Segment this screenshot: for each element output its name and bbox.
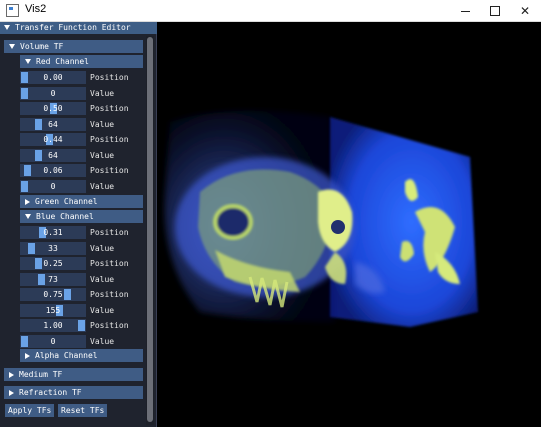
refraction-tf-header[interactable]: Refraction TF bbox=[4, 386, 143, 399]
slider-label: Position bbox=[90, 290, 129, 299]
expand-arrow-icon bbox=[25, 59, 31, 64]
collapsed-arrow-icon bbox=[9, 371, 14, 378]
collapse-arrow-icon bbox=[4, 25, 10, 30]
blue-channel-header[interactable]: Blue Channel bbox=[20, 210, 143, 223]
position-slider[interactable]: 1.00 bbox=[20, 319, 86, 332]
slider-value: 0.31 bbox=[43, 228, 63, 237]
slider-value: 0.25 bbox=[43, 259, 63, 268]
slider-label: Position bbox=[90, 259, 129, 268]
value-slider[interactable]: 0 bbox=[20, 179, 86, 193]
position-slider[interactable]: 0.00 bbox=[20, 71, 86, 84]
collapsed-arrow-icon bbox=[25, 352, 30, 359]
position-slider[interactable]: 0.06 bbox=[20, 164, 86, 177]
maximize-icon bbox=[490, 6, 500, 16]
position-slider[interactable]: 0.44 bbox=[20, 133, 86, 146]
slider-value: 155 bbox=[45, 305, 61, 315]
green-channel-label: Green Channel bbox=[35, 197, 98, 206]
value-slider[interactable]: 0 bbox=[20, 86, 86, 100]
volume-tf-label: Volume TF bbox=[20, 42, 64, 51]
slider-value: 0.50 bbox=[43, 104, 63, 113]
alpha-channel-label: Alpha Channel bbox=[35, 351, 98, 360]
collapsed-arrow-icon bbox=[25, 198, 30, 205]
green-channel-header[interactable]: Green Channel bbox=[20, 195, 143, 208]
blue-channel-label: Blue Channel bbox=[36, 212, 94, 221]
slider-label: Value bbox=[90, 274, 115, 284]
value-slider[interactable]: 155 bbox=[20, 303, 86, 317]
slider-label: Value bbox=[90, 336, 115, 346]
slider-label: Value bbox=[90, 150, 115, 160]
scrollbar-thumb[interactable] bbox=[147, 37, 153, 422]
position-slider[interactable]: 0.31 bbox=[20, 226, 86, 239]
alpha-channel-header[interactable]: Alpha Channel bbox=[20, 349, 143, 362]
value-slider[interactable]: 64 bbox=[20, 148, 86, 162]
volume-tf-header[interactable]: Volume TF bbox=[4, 40, 143, 53]
window-title: Vis2 bbox=[25, 3, 47, 15]
slider-label: Value bbox=[90, 119, 115, 129]
slider-value: 0 bbox=[50, 88, 56, 98]
value-slider[interactable]: 0 bbox=[20, 334, 86, 348]
slider-value: 0.06 bbox=[43, 166, 63, 175]
panel-scrollbar[interactable] bbox=[146, 36, 154, 425]
slider-value: 64 bbox=[48, 119, 58, 129]
minimize-button[interactable] bbox=[450, 0, 480, 22]
slider-label: Position bbox=[90, 104, 129, 113]
minimize-icon bbox=[460, 10, 470, 12]
slider-value: 1.00 bbox=[43, 321, 63, 330]
slider-label: Value bbox=[90, 88, 115, 98]
medium-tf-header[interactable]: Medium TF bbox=[4, 368, 143, 381]
position-slider[interactable]: 0.25 bbox=[20, 257, 86, 270]
slider-value: 0.00 bbox=[43, 73, 63, 82]
value-slider[interactable]: 33 bbox=[20, 241, 86, 255]
position-slider[interactable]: 0.75 bbox=[20, 288, 86, 301]
apply-tfs-button[interactable]: Apply TFs bbox=[5, 404, 55, 417]
position-slider[interactable]: 0.50 bbox=[20, 102, 86, 115]
slider-label: Value bbox=[90, 305, 115, 315]
medium-tf-label: Medium TF bbox=[19, 370, 63, 379]
collapsed-arrow-icon bbox=[9, 389, 14, 396]
slider-value: 0 bbox=[50, 181, 56, 191]
slider-label: Position bbox=[90, 321, 129, 330]
slider-value: 0 bbox=[50, 336, 56, 346]
red-channel-header[interactable]: Red Channel bbox=[20, 55, 143, 68]
maximize-button[interactable] bbox=[480, 0, 510, 22]
slider-value: 0.44 bbox=[43, 135, 63, 144]
refraction-tf-label: Refraction TF bbox=[19, 388, 82, 397]
reset-tfs-button[interactable]: Reset TFs bbox=[58, 404, 108, 417]
slider-label: Position bbox=[90, 228, 129, 237]
slider-value: 33 bbox=[48, 243, 58, 253]
slider-label: Position bbox=[90, 166, 129, 175]
slider-label: Value bbox=[90, 181, 115, 191]
red-channel-label: Red Channel bbox=[36, 57, 89, 66]
app-icon bbox=[6, 4, 19, 17]
slider-label: Value bbox=[90, 243, 115, 253]
expand-arrow-icon bbox=[25, 214, 31, 219]
slider-value: 64 bbox=[48, 150, 58, 160]
window-title-bar: Vis2 ✕ bbox=[0, 0, 541, 22]
slider-value: 0.75 bbox=[43, 290, 63, 299]
value-slider[interactable]: 64 bbox=[20, 117, 86, 131]
value-slider[interactable]: 73 bbox=[20, 272, 86, 286]
expand-arrow-icon bbox=[9, 44, 15, 49]
panel-title-bar[interactable]: Transfer Function Editor bbox=[0, 22, 157, 34]
slider-value: 73 bbox=[48, 274, 58, 284]
transfer-function-editor-panel: Transfer Function Editor Volume TF Red C… bbox=[0, 22, 157, 427]
close-icon: ✕ bbox=[519, 4, 531, 18]
slider-label: Position bbox=[90, 73, 129, 82]
close-button[interactable]: ✕ bbox=[510, 0, 540, 22]
slider-label: Position bbox=[90, 135, 129, 144]
panel-title: Transfer Function Editor bbox=[15, 23, 131, 32]
